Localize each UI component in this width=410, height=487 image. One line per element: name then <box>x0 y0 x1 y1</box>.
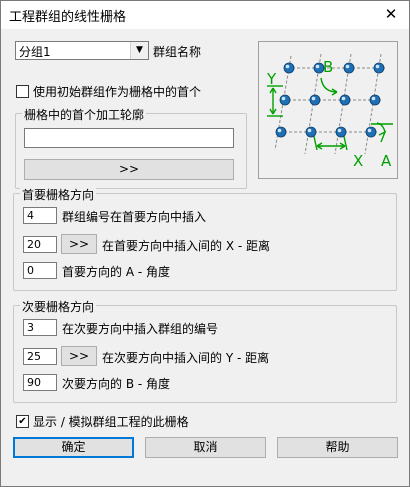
first-contour-pick-button[interactable]: >> <box>24 159 234 180</box>
secondary-count-input[interactable] <box>23 319 57 336</box>
grid-dot <box>343 62 355 74</box>
grid-dot-highlight <box>341 96 346 101</box>
primary-direction-title: 首要栅格方向 <box>20 186 97 203</box>
label-b: B <box>323 58 333 76</box>
grid-dot <box>309 94 321 106</box>
primary-angle-label: 首要方向的 A - 角度 <box>62 265 170 279</box>
secondary-distance-input[interactable] <box>23 348 57 365</box>
grid-dot <box>339 94 351 106</box>
simulate-grid-label: 显示 / 模拟群组工程的此栅格 <box>33 415 189 429</box>
use-initial-group-checkbox[interactable] <box>16 85 29 98</box>
secondary-count-label: 在次要方向中插入群组的编号 <box>62 322 219 336</box>
grid-dot-highlight <box>345 64 350 69</box>
secondary-distance-pick-button[interactable]: >> <box>61 346 97 366</box>
first-contour-group: 栅格中的首个加工轮廓 >> <box>15 106 247 189</box>
grid-dot <box>373 62 385 74</box>
grid-dot-highlight <box>315 64 320 69</box>
first-contour-input[interactable] <box>24 128 234 148</box>
primary-count-input[interactable] <box>23 207 57 224</box>
label-y: Y <box>266 70 277 88</box>
label-a: A <box>381 152 392 170</box>
grid-dot <box>275 126 287 138</box>
grid-dot-highlight <box>371 96 376 101</box>
ok-button[interactable]: 确定 <box>13 437 134 458</box>
simulate-grid-checkbox[interactable]: ✔ <box>16 415 29 428</box>
grid-dot-highlight <box>367 128 372 133</box>
window-title: 工程群组的线性栅格 <box>9 10 127 25</box>
grid-dot <box>369 94 381 106</box>
group-name-label: 群组名称 <box>153 45 202 59</box>
grid-dot <box>365 126 377 138</box>
grid-preview: Y B X A <box>258 41 398 179</box>
secondary-distance-label: 在次要方向中插入间的 Y - 距离 <box>102 351 270 365</box>
primary-distance-label: 在首要方向中插入间的 X - 距离 <box>102 239 270 253</box>
secondary-direction-group: 次要栅格方向 在次要方向中插入群组的编号 >> 在次要方向中插入间的 Y - 距… <box>13 298 397 403</box>
grid-dot <box>305 126 317 138</box>
grid-dot-highlight <box>307 128 312 133</box>
dialog-window: 工程群组的线性栅格 ✕ 分组1 ▼ 群组名称 Y B X A 使用初始群组作为栅… <box>0 0 410 487</box>
use-initial-group-label: 使用初始群组作为栅格中的首个 <box>33 85 202 99</box>
first-contour-title: 栅格中的首个加工轮廓 <box>22 106 147 123</box>
primary-distance-input[interactable] <box>23 236 57 253</box>
grid-dot-highlight <box>285 64 290 69</box>
chevron-down-icon[interactable]: ▼ <box>130 42 148 59</box>
grid-dot-highlight <box>277 128 282 133</box>
group-name-value: 分组1 <box>19 45 51 59</box>
secondary-angle-label: 次要方向的 B - 角度 <box>62 377 171 391</box>
cancel-button[interactable]: 取消 <box>145 437 266 458</box>
help-button[interactable]: 帮助 <box>277 437 398 458</box>
grid-dot <box>313 62 325 74</box>
close-button[interactable]: ✕ <box>373 1 409 29</box>
grid-dot-highlight <box>337 128 342 133</box>
grid-dot <box>283 62 295 74</box>
grid-dot-highlight <box>281 96 286 101</box>
grid-dot-highlight <box>311 96 316 101</box>
primary-distance-pick-button[interactable]: >> <box>61 234 97 254</box>
grid-dot-highlight <box>375 64 380 69</box>
primary-angle-input[interactable] <box>23 262 57 279</box>
grid-diagram: Y B X A <box>266 53 393 170</box>
title-bar: 工程群组的线性栅格 ✕ <box>1 1 409 29</box>
secondary-angle-input[interactable] <box>23 374 57 391</box>
grid-dot <box>335 126 347 138</box>
secondary-direction-title: 次要栅格方向 <box>20 298 97 315</box>
primary-count-label: 群组编号在首要方向中插入 <box>62 210 207 224</box>
label-x: X <box>353 152 363 170</box>
group-name-select[interactable]: 分组1 ▼ <box>15 41 149 60</box>
primary-direction-group: 首要栅格方向 群组编号在首要方向中插入 >> 在首要方向中插入间的 X - 距离… <box>13 186 397 291</box>
grid-dot <box>279 94 291 106</box>
